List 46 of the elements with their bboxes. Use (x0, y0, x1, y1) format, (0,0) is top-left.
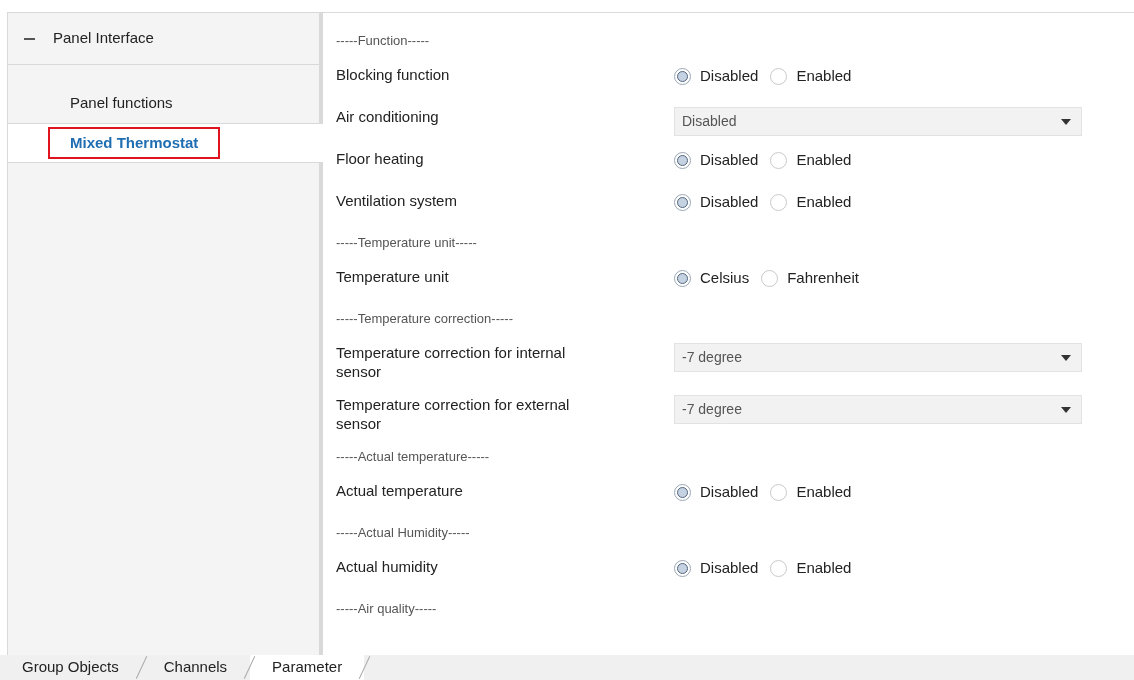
section-heading: -----Actual Humidity----- (336, 524, 471, 542)
dropdown[interactable]: Disabled (674, 107, 1082, 136)
caret-icon (1061, 406, 1071, 413)
tree-group-header[interactable]: Panel Interface (8, 13, 319, 65)
radio-option[interactable]: Enabled (770, 481, 852, 504)
radio-circle[interactable] (674, 483, 691, 501)
sidebar-item[interactable]: Mixed Thermostat (8, 123, 323, 163)
radio-circle[interactable] (674, 269, 691, 287)
section-heading: -----Temperature unit----- (336, 234, 478, 252)
radio-option[interactable]: Disabled (674, 65, 759, 88)
radio-circle[interactable] (674, 559, 691, 577)
radio-option[interactable]: Disabled (674, 557, 759, 580)
caret-icon (1061, 354, 1071, 361)
radio-circle[interactable] (674, 67, 691, 85)
tab[interactable]: Channels (141, 655, 250, 680)
radio-option[interactable]: Enabled (770, 149, 852, 172)
radio-option[interactable]: Fahrenheit (761, 267, 859, 290)
parameter-label: Temperature correction for external sensor (336, 395, 571, 433)
parameter-label: Actual temperature (336, 481, 464, 500)
radio-option[interactable]: Disabled (674, 149, 759, 172)
caret-icon (1061, 118, 1071, 125)
parameter-label: Air conditioning (336, 107, 440, 126)
parameter-label: Temperature correction for internal sensor (336, 343, 567, 381)
radio-option[interactable]: Celsius (674, 267, 750, 290)
dropdown[interactable]: -7 degree (674, 343, 1082, 372)
section-heading: -----Actual temperature----- (336, 448, 491, 466)
section-heading: -----Air quality----- (336, 600, 438, 618)
parameter-label: Temperature unit (336, 267, 450, 286)
sidebar-item[interactable]: Panel functions (8, 83, 319, 123)
section-heading: -----Function----- (336, 32, 431, 50)
radio-option[interactable]: Disabled (674, 481, 759, 504)
group-label: Panel Interface (53, 28, 154, 49)
parameter-label: Floor heating (336, 149, 425, 168)
radio-option[interactable]: Disabled (674, 191, 759, 214)
dropdown[interactable]: -7 degree (674, 395, 1082, 424)
parameter-label: Actual humidity (336, 557, 439, 576)
tab[interactable]: Group Objects (0, 655, 141, 680)
parameter-label: Ventilation system (336, 191, 458, 210)
tab[interactable]: Parameter (250, 655, 365, 680)
parameter-label: Blocking function (336, 65, 451, 84)
radio-option[interactable]: Enabled (770, 191, 852, 214)
radio-option[interactable]: Enabled (770, 557, 852, 580)
section-heading: -----Temperature correction----- (336, 310, 514, 328)
radio-circle[interactable] (674, 193, 691, 211)
radio-circle[interactable] (674, 151, 691, 169)
radio-option[interactable]: Enabled (770, 65, 852, 88)
